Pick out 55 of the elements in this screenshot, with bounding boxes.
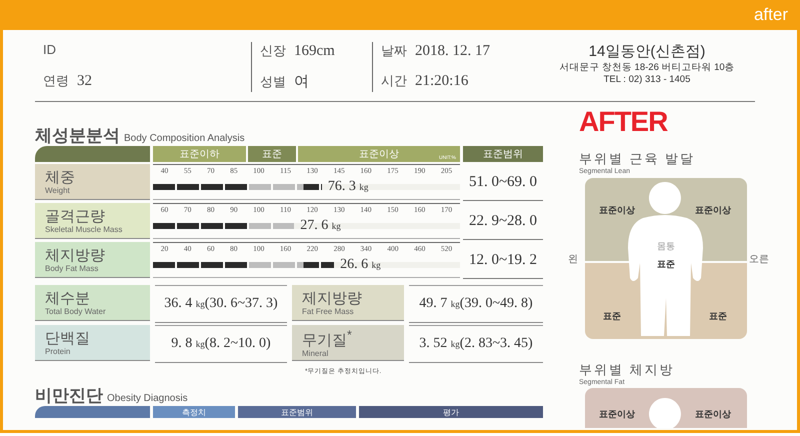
row-label: 체지방량 Body Fat Mass — [35, 242, 150, 278]
range-value: 51. 0~69. 0 — [463, 164, 543, 201]
bar-value: 26. 6 kg — [340, 257, 381, 273]
field-label: 신장 — [260, 42, 286, 60]
field-value: 32 — [77, 73, 92, 90]
measure-value: 9. 8 kg(8. 2~10. 0) — [155, 325, 287, 363]
after-label: after — [754, 5, 788, 25]
row-label: 체수분 Total Body Water — [35, 285, 150, 321]
row-label: 체중 Weight — [35, 164, 150, 200]
side-label: 왼 — [567, 252, 579, 266]
segment-status: 표준이상 — [599, 408, 635, 421]
zone-header: 표준 — [248, 146, 296, 162]
section-title: 체성분분석 — [35, 125, 120, 147]
store-name: 14일동안(신촌점) — [588, 42, 706, 61]
field-label: 연령 — [43, 72, 69, 90]
bar-value: 76. 3 kg — [328, 179, 368, 195]
segment-status: 표준 — [709, 310, 727, 323]
measure-value: 36. 4 kg(30. 6~37. 3) — [155, 285, 287, 323]
range-header: 표준범위 — [463, 146, 543, 162]
segment-label: 몸통 — [657, 240, 675, 253]
field-value: 169cm — [294, 43, 335, 60]
measure-value: 3. 52 kg(2. 83~3. 45) — [409, 325, 543, 363]
zone-header: 표준이하 — [153, 146, 246, 162]
section-title: 비만진단 — [35, 385, 103, 407]
field-label: 성별 — [260, 73, 286, 91]
column-header: 표준범위 — [238, 406, 356, 418]
store-phone: TEL : 02) 313 - 1405 — [604, 74, 690, 85]
column-header: 측정치 — [153, 406, 235, 418]
stamp-text: AFTER — [579, 106, 669, 138]
segment-status: 표준이상 — [695, 408, 731, 421]
column-header: 평가 — [359, 406, 543, 418]
measure-value: 49. 7 kg(39. 0~49. 8) — [409, 285, 543, 323]
range-value: 22. 9~28. 0 — [463, 203, 543, 240]
row-label: 제지방량 Fat Free Mass — [292, 285, 404, 321]
field-value: 여 — [294, 73, 309, 91]
field-value: 2018. 12. 17 — [415, 43, 490, 60]
segment-status: 표준이상 — [599, 204, 635, 217]
segment-status: 표준이상 — [695, 204, 731, 217]
section-subtitle: Body Composition Analysis — [124, 133, 245, 144]
field-value: 21:20:16 — [415, 73, 468, 90]
section-title: 부위별 체지방 — [579, 361, 676, 378]
field-label: 시간 — [381, 72, 407, 90]
bar-value: 27. 6 kg — [300, 218, 341, 234]
row-label: 골격근량 Skeletal Muscle Mass — [35, 203, 150, 239]
section-subtitle: Obesity Diagnosis — [107, 393, 188, 404]
row-label: 무기질$^{*}$ Mineral — [292, 325, 404, 361]
range-value: 12. 0~19. 2 — [463, 242, 543, 279]
field-label: 날짜 — [381, 42, 407, 60]
field-label: ID — [43, 42, 56, 57]
segment-status: 표준 — [603, 310, 621, 323]
section-title: 부위별 근육 발달 — [579, 150, 696, 168]
side-label: 오른 — [748, 252, 770, 266]
row-label: 단백질 Protein — [35, 325, 150, 361]
segment-status: 표준 — [657, 258, 675, 271]
store-address: 서대문구 창천동 18-26 버티고타워 10층 — [559, 61, 735, 74]
